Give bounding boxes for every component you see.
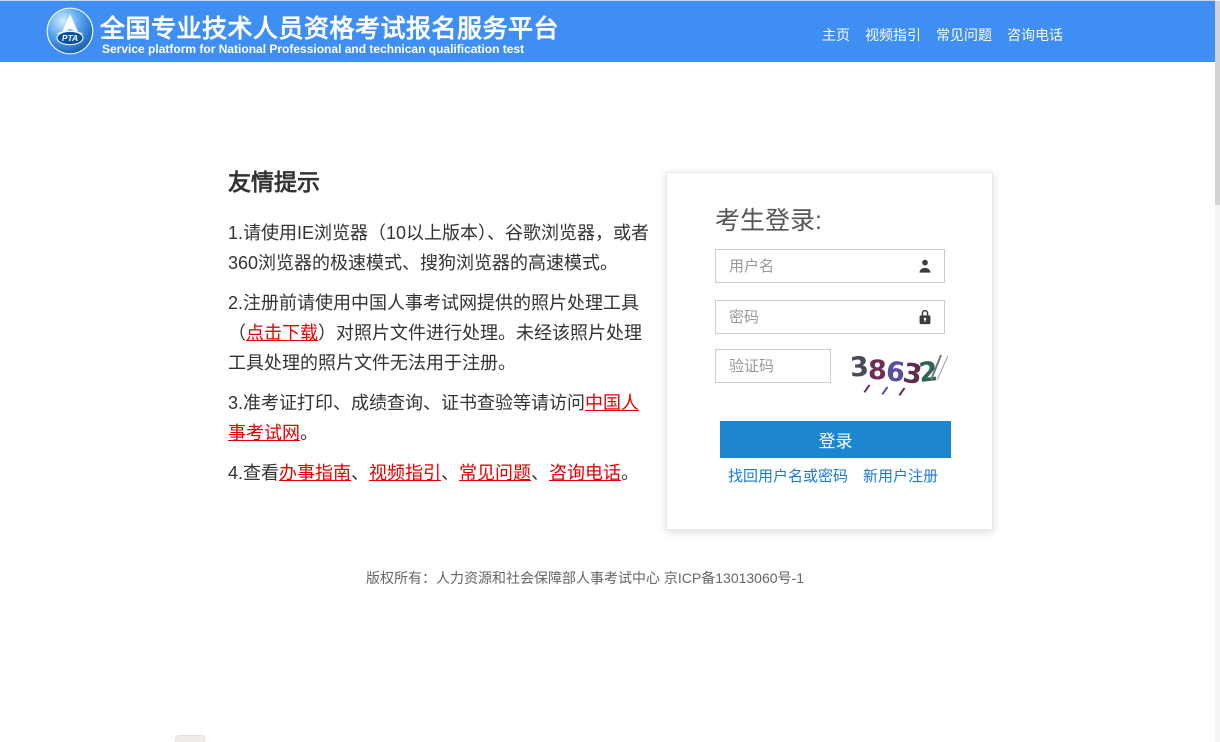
download-photo-tool-link[interactable]: 点击下载	[246, 323, 318, 343]
tip-4-post: 。	[621, 463, 639, 483]
pta-logo-icon: PTA	[46, 7, 94, 55]
nav-faq[interactable]: 常见问题	[936, 25, 992, 45]
login-title: 考生登录:	[715, 201, 822, 237]
scrollbar-thumb[interactable]	[1215, 1, 1220, 205]
password-input[interactable]	[715, 300, 945, 334]
phone-link[interactable]: 咨询电话	[549, 463, 621, 483]
video-guide-link[interactable]: 视频指引	[369, 463, 441, 483]
pta-logo-text: PTA	[62, 33, 78, 43]
nav-phone[interactable]: 咨询电话	[1007, 25, 1063, 45]
tip-4-sep: 、	[441, 463, 459, 483]
tip-1: 1.请使用IE浏览器（10以上版本）、谷歌浏览器，或者360浏览器的极速模式、搜…	[228, 218, 653, 278]
tip-4-sep: 、	[531, 463, 549, 483]
nav-video-guide[interactable]: 视频指引	[865, 25, 921, 45]
header: PTA 全国专业技术人员资格考试报名服务平台 Service platform …	[0, 0, 1220, 62]
new-user-register-link[interactable]: 新用户注册	[863, 465, 938, 486]
password-field-wrap	[715, 300, 945, 334]
tip-3-post: 。	[300, 423, 318, 443]
username-field-wrap	[715, 249, 945, 283]
captcha-digit: 2	[917, 355, 939, 391]
captcha-image[interactable]: 3 8 6 3 2	[844, 353, 948, 391]
tip-3: 3.准考证打印、成绩查询、证书查验等请访问中国人事考试网。	[228, 388, 653, 448]
tip-3-pre: 3.准考证打印、成绩查询、证书查验等请访问	[228, 393, 585, 413]
tip-4-pre: 4.查看	[228, 463, 279, 483]
captcha-field-wrap	[715, 349, 831, 383]
tip-2: 2.注册前请使用中国人事考试网提供的照片处理工具（点击下载）对照片文件进行处理。…	[228, 288, 653, 378]
lock-icon	[915, 307, 935, 327]
tips-title: 友情提示	[228, 168, 653, 196]
login-card: 考生登录: 3 8 6 3 2	[666, 172, 993, 530]
tips-section: 友情提示 1.请使用IE浏览器（10以上版本）、谷歌浏览器，或者360浏览器的极…	[228, 168, 653, 498]
forgot-credentials-link[interactable]: 找回用户名或密码	[728, 465, 848, 486]
site-title: 全国专业技术人员资格考试报名服务平台	[100, 9, 559, 45]
partial-bottom-element	[175, 735, 205, 742]
username-input[interactable]	[715, 249, 945, 283]
copyright-text: 版权所有：人力资源和社会保障部人事考试中心 京ICP备13013060号-1	[0, 568, 1170, 588]
tip-4-sep: 、	[351, 463, 369, 483]
captcha-digit: 3	[849, 350, 870, 385]
user-icon	[915, 256, 935, 276]
tip-1-text: 1.请使用IE浏览器（10以上版本）、谷歌浏览器，或者360浏览器的极速模式、搜…	[228, 223, 649, 273]
nav-home[interactable]: 主页	[822, 25, 850, 45]
captcha-input[interactable]	[715, 349, 831, 383]
header-nav: 主页 视频指引 常见问题 咨询电话	[822, 25, 1063, 45]
guide-link[interactable]: 办事指南	[279, 463, 351, 483]
login-button[interactable]: 登录	[720, 421, 951, 458]
faq-link[interactable]: 常见问题	[459, 463, 531, 483]
page: PTA 全国专业技术人员资格考试报名服务平台 Service platform …	[0, 0, 1220, 742]
captcha-noise-tick	[864, 384, 870, 392]
tip-4: 4.查看办事指南、视频指引、常见问题、咨询电话。	[228, 458, 653, 488]
site-subtitle: Service platform for National Profession…	[102, 42, 524, 56]
